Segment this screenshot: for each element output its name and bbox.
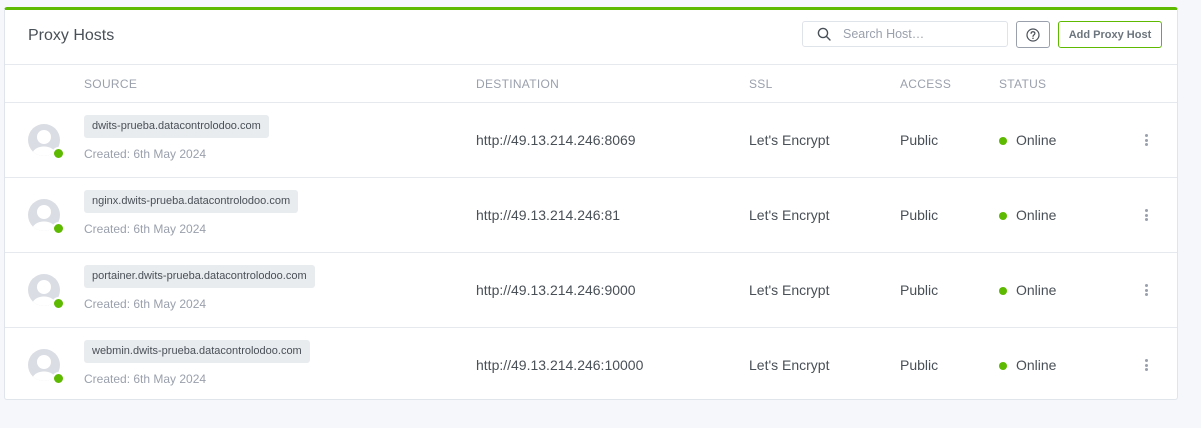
access-cell: Public — [900, 207, 939, 223]
destination-cell: http://49.13.214.246:8069 — [476, 132, 636, 148]
created-date: Created: 6th May 2024 — [84, 147, 207, 161]
ssl-cell: Let's Encrypt — [749, 207, 830, 223]
host-domain-tag[interactable]: webmin.dwits-prueba.datacontrolodoo.com — [84, 340, 310, 363]
column-header-source: SOURCE — [84, 77, 138, 91]
host-domain-tag[interactable]: portainer.dwits-prueba.datacontrolodoo.c… — [84, 265, 315, 288]
destination-cell: http://49.13.214.246:9000 — [476, 282, 636, 298]
search-box[interactable] — [802, 21, 1008, 47]
add-proxy-host-button[interactable]: Add Proxy Host — [1058, 21, 1162, 48]
status-dot — [999, 212, 1007, 220]
destination-cell: http://49.13.214.246:10000 — [476, 357, 644, 373]
help-circle-icon — [1026, 27, 1040, 42]
status-cell: Online — [1016, 282, 1057, 298]
destination-cell: http://49.13.214.246:81 — [476, 207, 621, 223]
access-cell: Public — [900, 132, 939, 148]
more-vertical-icon[interactable] — [1141, 282, 1151, 298]
column-header-destination: DESTINATION — [476, 77, 560, 91]
online-indicator — [52, 147, 65, 160]
created-date: Created: 6th May 2024 — [84, 372, 207, 386]
column-header-access: ACCESS — [900, 77, 952, 91]
ssl-cell: Let's Encrypt — [749, 357, 830, 373]
online-indicator — [52, 372, 65, 385]
table-row: portainer.dwits-prueba.datacontrolodoo.c… — [5, 253, 1177, 328]
card-header: Proxy Hosts Add Proxy Host — [5, 10, 1177, 65]
status-cell: Online — [1016, 207, 1057, 223]
proxy-hosts-card: Proxy Hosts Add Proxy Host SOURCE DESTIN… — [4, 7, 1178, 400]
more-vertical-icon[interactable] — [1141, 132, 1151, 148]
help-button[interactable] — [1016, 21, 1050, 48]
status-cell: Online — [1016, 132, 1057, 148]
search-input[interactable] — [843, 27, 993, 41]
host-domain-tag[interactable]: dwits-prueba.datacontrolodoo.com — [84, 115, 269, 138]
status-dot — [999, 362, 1007, 370]
column-header-ssl: SSL — [749, 77, 773, 91]
page-title: Proxy Hosts — [28, 27, 115, 44]
online-indicator — [52, 222, 65, 235]
status-dot — [999, 137, 1007, 145]
created-date: Created: 6th May 2024 — [84, 222, 207, 236]
ssl-cell: Let's Encrypt — [749, 132, 830, 148]
column-header-status: STATUS — [999, 77, 1047, 91]
status-dot — [999, 287, 1007, 295]
table-row: webmin.dwits-prueba.datacontrolodoo.com … — [5, 328, 1177, 402]
search-icon — [817, 27, 831, 41]
access-cell: Public — [900, 282, 939, 298]
more-vertical-icon[interactable] — [1141, 207, 1151, 223]
table-body: dwits-prueba.datacontrolodoo.com Created… — [5, 103, 1177, 402]
table-row: nginx.dwits-prueba.datacontrolodoo.com C… — [5, 178, 1177, 253]
status-cell: Online — [1016, 357, 1057, 373]
host-domain-tag[interactable]: nginx.dwits-prueba.datacontrolodoo.com — [84, 190, 299, 213]
more-vertical-icon[interactable] — [1141, 357, 1151, 373]
ssl-cell: Let's Encrypt — [749, 282, 830, 298]
table-header: SOURCE DESTINATION SSL ACCESS STATUS — [5, 65, 1177, 103]
table-row: dwits-prueba.datacontrolodoo.com Created… — [5, 103, 1177, 178]
created-date: Created: 6th May 2024 — [84, 297, 207, 311]
access-cell: Public — [900, 357, 939, 373]
online-indicator — [52, 297, 65, 310]
